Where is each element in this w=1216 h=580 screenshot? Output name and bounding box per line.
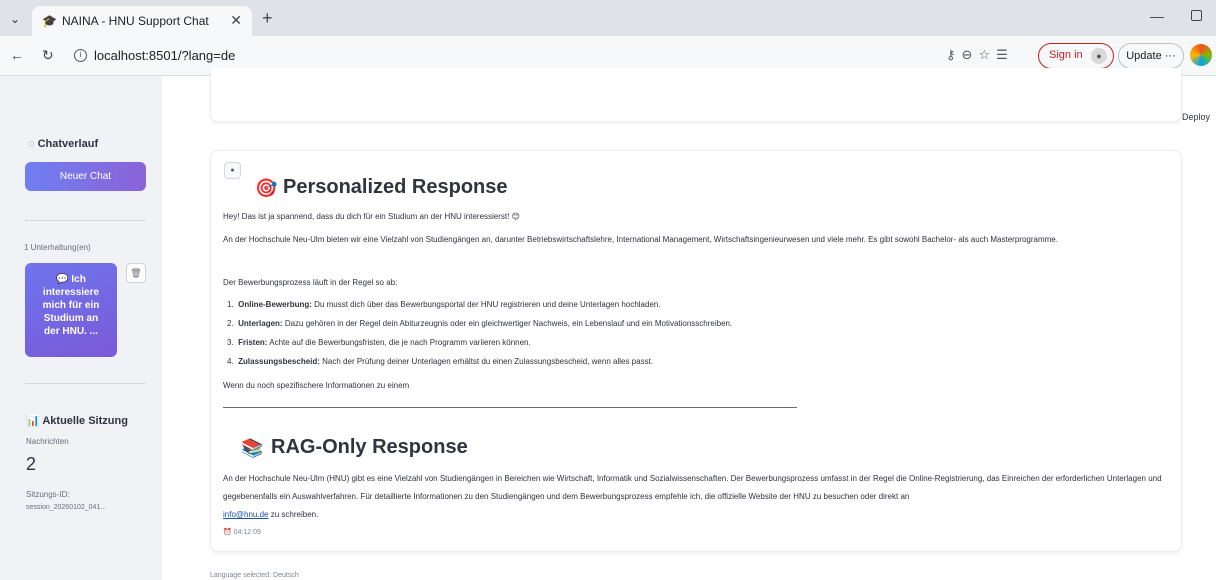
browser-tab[interactable]: 🎓 NAINA - HNU Support Chat ✕ xyxy=(32,6,252,36)
tab-title: NAINA - HNU Support Chat xyxy=(62,14,209,28)
tab-list-chevron-icon[interactable]: ⌄ xyxy=(6,10,24,28)
alarm-clock-icon: ⏰ xyxy=(223,529,232,536)
section-divider xyxy=(223,407,797,408)
profile-avatar-icon: ● xyxy=(1091,48,1107,64)
personalized-closing: Wenn du noch spezifischere Informationen… xyxy=(223,381,410,390)
assistant-avatar-icon: ● xyxy=(224,162,241,179)
update-button[interactable]: Update ··· xyxy=(1118,43,1184,69)
maximize-window-icon[interactable] xyxy=(1191,10,1202,21)
url-text[interactable]: localhost:8501/?lang=de xyxy=(94,48,235,63)
key-icon: ⚷ xyxy=(946,47,962,62)
history-icon: ◌ xyxy=(28,138,38,150)
new-tab-icon[interactable]: + xyxy=(262,9,273,27)
close-tab-icon[interactable]: ✕ xyxy=(230,12,242,29)
previous-message-card xyxy=(210,68,1182,122)
step-3: 3. Fristen: Achte auf die Bewerbungsfris… xyxy=(227,338,531,347)
session-id-value: session_20260102_041... xyxy=(26,504,107,511)
minimize-window-icon[interactable]: — xyxy=(1150,8,1164,24)
browser-tab-strip: ⌄ 🎓 NAINA - HNU Support Chat ✕ + — xyxy=(0,0,1216,36)
url-field[interactable]: i localhost:8501/?lang=de xyxy=(68,42,938,70)
current-session-title: 📊 Aktuelle Sitzung xyxy=(26,415,128,427)
reload-icon[interactable]: ↻ xyxy=(42,47,54,64)
process-intro: Der Bewerbungsprozess läuft in der Regel… xyxy=(223,278,398,287)
sign-in-label: Sign in xyxy=(1049,49,1083,61)
email-link[interactable]: info@hnu.de xyxy=(223,510,269,519)
messages-count: 2 xyxy=(26,454,37,474)
personalized-heading: Personalized Response xyxy=(283,176,508,198)
step-2: 2. Unterlagen: Dazu gehören in der Regel… xyxy=(227,319,733,328)
step-1: 1. Online-Bewerbung: Du musst dich über … xyxy=(227,300,661,309)
sign-in-button[interactable]: Sign in ● xyxy=(1038,43,1114,69)
session-id-label: Sitzungs-ID: xyxy=(26,490,70,499)
chat-history-title: ◌ Chatverlauf xyxy=(28,138,99,150)
sidebar: ◌ Chatverlauf Neuer Chat 1 Unterhaltung(… xyxy=(0,76,162,580)
step-4: 4. Zulassungsbescheid: Nach der Prüfung … xyxy=(227,357,654,366)
bar-chart-icon: 📊 xyxy=(26,415,40,427)
books-icon: 📚 xyxy=(241,438,264,458)
rag-paragraph: An der Hochschule Neu-Ulm (HNU) gibt es … xyxy=(223,474,1162,519)
message-timestamp: ⏰ 04:12:09 xyxy=(223,529,261,536)
smile-icon: 😊 xyxy=(511,212,520,221)
conversation-item[interactable]: 💬 Ich interessiere mich für ein Studium … xyxy=(25,263,117,357)
sidebar-divider xyxy=(25,220,146,221)
target-icon: 🎯 xyxy=(255,178,278,198)
speech-bubble-icon: 💬 xyxy=(56,274,69,285)
graduation-cap-icon: 🎓 xyxy=(42,14,57,28)
conversation-count: 1 Unterhaltung(en) xyxy=(24,243,91,252)
messages-label: Nachrichten xyxy=(26,437,69,446)
sidebar-divider xyxy=(25,383,146,384)
favorite-star-icon: ☆ xyxy=(978,47,997,62)
language-footer: Language selected: Deutsch xyxy=(210,572,299,579)
favorites-icon: ☰ xyxy=(996,47,1014,62)
personalized-intro: Hey! Das ist ja spannend, dass du dich f… xyxy=(223,212,520,221)
personalized-paragraph: An der Hochschule Neu-Ulm bieten wir ein… xyxy=(223,235,1058,244)
rag-heading: RAG-Only Response xyxy=(271,436,468,458)
conversation-item-label: Ich interessiere mich für ein Studium an… xyxy=(42,274,100,337)
deploy-button[interactable]: Deploy xyxy=(1182,112,1210,122)
back-arrow-icon[interactable]: ← xyxy=(10,47,24,63)
delete-conversation-icon[interactable]: 🗑 xyxy=(126,263,146,283)
zoom-icon: ⊖ xyxy=(961,47,979,62)
copilot-icon[interactable] xyxy=(1190,44,1212,66)
new-chat-button[interactable]: Neuer Chat xyxy=(25,162,146,191)
site-info-icon[interactable]: i xyxy=(74,49,87,62)
address-bar-icons[interactable]: ⚷⊖☆☰ xyxy=(946,47,1014,63)
new-chat-label: Neuer Chat xyxy=(59,171,112,182)
assistant-message-card: ● 🎯 Personalized Response Hey! Das ist j… xyxy=(210,150,1182,552)
